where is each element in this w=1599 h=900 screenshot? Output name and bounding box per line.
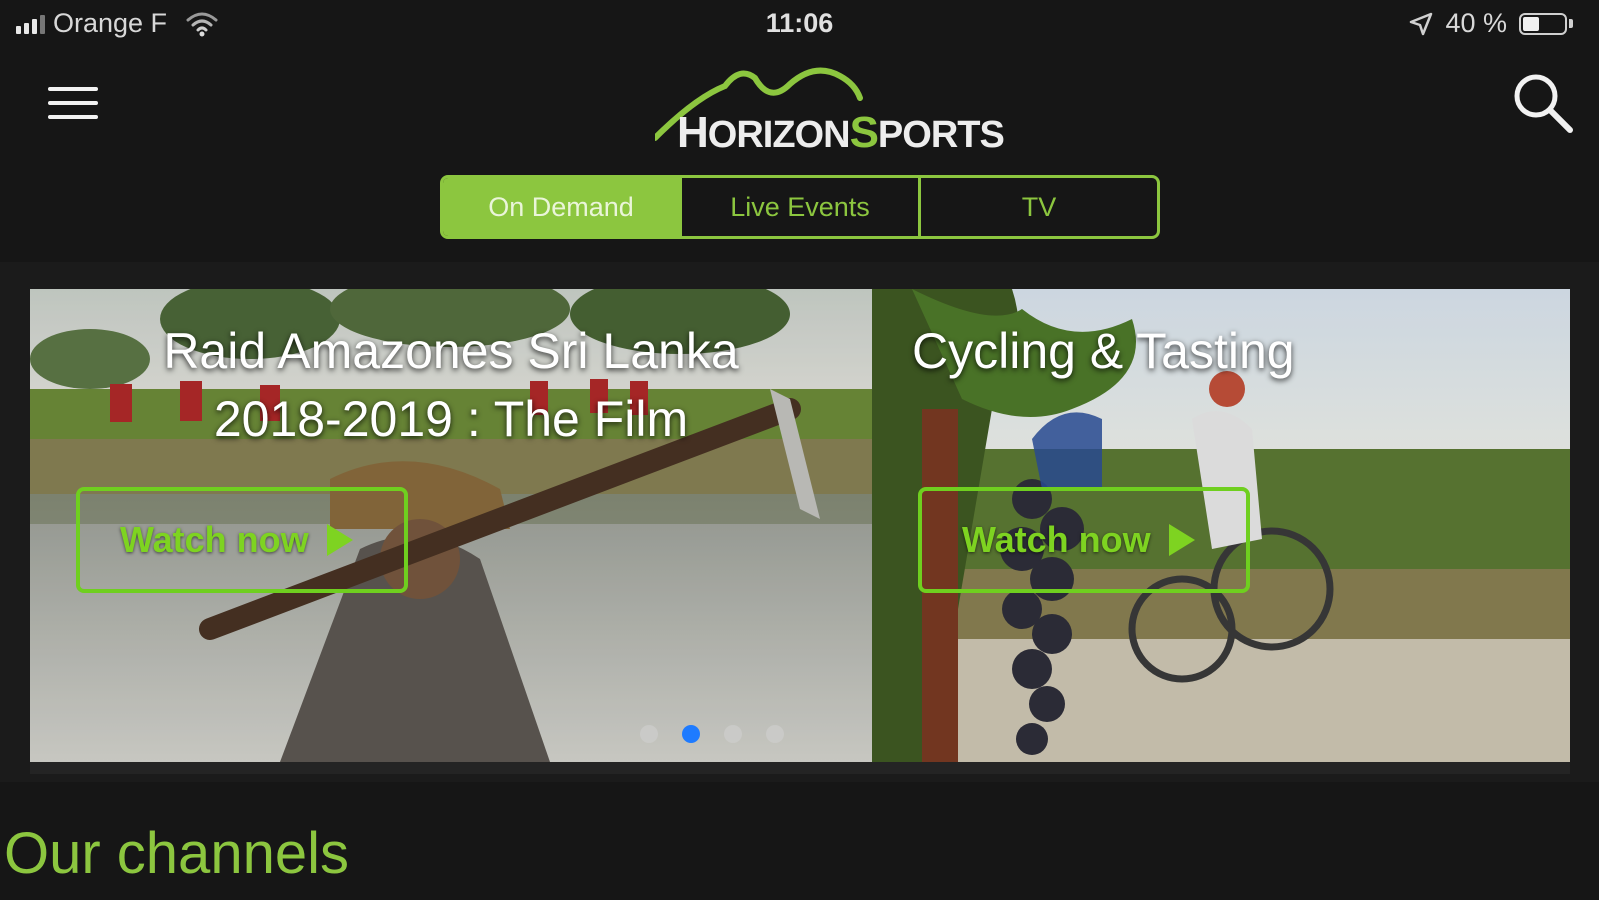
hamburger-menu-icon[interactable] <box>36 72 108 134</box>
tab-on-demand[interactable]: On Demand <box>443 178 679 236</box>
carousel-page-indicator <box>640 725 784 743</box>
battery-icon <box>1519 12 1567 35</box>
carousel-divider <box>30 762 1570 774</box>
content-type-tabs: On Demand Live Events TV <box>440 175 1160 239</box>
play-icon <box>1168 524 1195 556</box>
featured-card-raid-amazones[interactable]: Raid Amazones Sri Lanka 2018-2019 : The … <box>30 289 872 762</box>
horizon-sports-logo: HORIZONSPORTS <box>655 58 1005 157</box>
status-bar: Orange F 11:06 40 % <box>0 0 1599 56</box>
watch-now-button[interactable]: Watch now <box>918 487 1250 593</box>
tab-live-events[interactable]: Live Events <box>679 178 918 236</box>
play-icon <box>326 524 353 556</box>
carousel-dot[interactable] <box>766 725 784 743</box>
watch-now-button[interactable]: Watch now <box>76 487 408 593</box>
status-time: 11:06 <box>765 8 834 38</box>
status-right: 40 % <box>1409 8 1573 39</box>
app-screen: Orange F 11:06 40 % HORIZONSPORTS On Dem… <box>0 0 1599 900</box>
battery-percent: 40 % <box>1445 8 1507 38</box>
carousel-dot[interactable] <box>724 725 742 743</box>
card-title: Raid Amazones Sri Lanka 2018-2019 : The … <box>163 323 739 447</box>
carousel-dot[interactable] <box>640 725 658 743</box>
card-title: Cycling & Tasting <box>912 323 1295 379</box>
tab-tv[interactable]: TV <box>918 178 1157 236</box>
our-channels-heading: Our channels <box>4 821 349 886</box>
featured-card-cycling-tasting[interactable]: Cycling & Tasting Watch now <box>872 289 1570 762</box>
battery-cap <box>1569 19 1573 28</box>
location-arrow-icon <box>1410 12 1433 35</box>
battery-level-fill <box>1523 16 1539 31</box>
carousel-dot[interactable] <box>682 725 700 743</box>
search-icon[interactable] <box>1510 70 1580 140</box>
logo-wordmark: HORIZONSPORTS <box>677 108 1005 157</box>
